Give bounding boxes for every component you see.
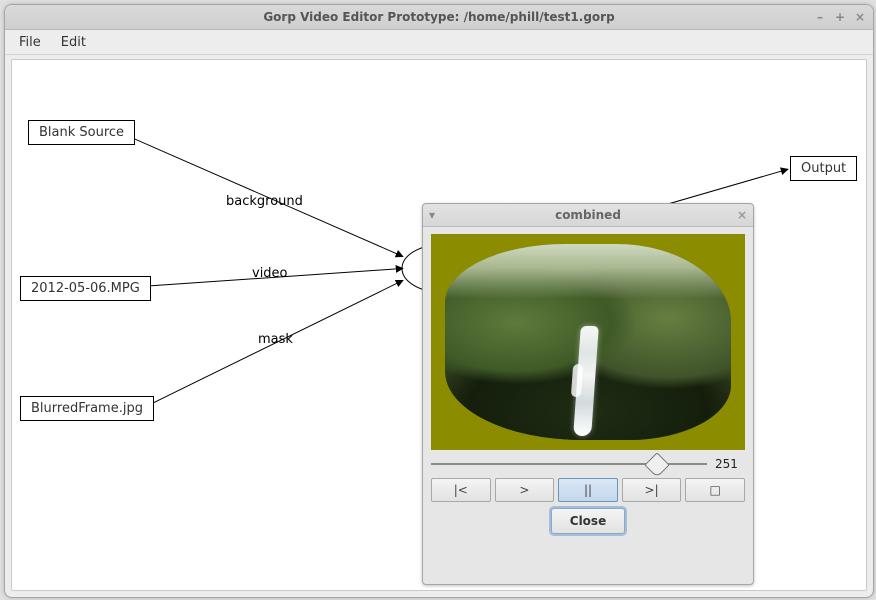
node-canvas[interactable]: Blank Source 2012-05-06.MPG BlurredFrame…	[11, 59, 867, 591]
menu-edit[interactable]: Edit	[53, 33, 94, 52]
close-window-button[interactable]: ×	[853, 10, 867, 24]
maximize-button[interactable]: +	[833, 10, 847, 24]
frame-number-label: 251	[715, 457, 745, 471]
video-masked-frame	[445, 244, 731, 440]
preview-body: 251 |< > || >| □ Close	[431, 234, 745, 576]
preview-titlebar[interactable]: ▾ combined ×	[423, 204, 753, 227]
edge-label-background: background	[226, 194, 303, 209]
node-output[interactable]: Output	[790, 156, 857, 181]
stop-button[interactable]: □	[685, 478, 745, 502]
preview-menu-icon[interactable]: ▾	[429, 208, 435, 222]
preview-close-icon[interactable]: ×	[737, 208, 747, 222]
pause-button[interactable]: ||	[558, 478, 618, 502]
node-blurred[interactable]: BlurredFrame.jpg	[20, 396, 154, 421]
node-mpg[interactable]: 2012-05-06.MPG	[20, 276, 151, 301]
main-window: Gorp Video Editor Prototype: /home/phill…	[4, 4, 874, 598]
menu-file[interactable]: File	[11, 33, 49, 52]
edge-label-video: video	[252, 266, 288, 281]
last-frame-button[interactable]: >|	[622, 478, 682, 502]
main-titlebar[interactable]: Gorp Video Editor Prototype: /home/phill…	[5, 5, 873, 30]
window-controls: – + ×	[813, 5, 867, 29]
preview-window[interactable]: ▾ combined × 251	[422, 203, 754, 585]
frame-slider-row: 251	[431, 456, 745, 472]
edge-label-mask: mask	[258, 332, 293, 347]
preview-title-text: combined	[555, 208, 621, 222]
menubar: File Edit	[5, 30, 873, 55]
preview-close-button[interactable]: Close	[551, 508, 625, 534]
video-preview-area	[431, 234, 745, 450]
transport-buttons: |< > || >| □	[431, 478, 745, 502]
main-title-text: Gorp Video Editor Prototype: /home/phill…	[263, 10, 614, 24]
minimize-button[interactable]: –	[813, 10, 827, 24]
frame-slider-thumb[interactable]	[645, 452, 670, 477]
node-blank-source[interactable]: Blank Source	[28, 120, 135, 145]
first-frame-button[interactable]: |<	[431, 478, 491, 502]
close-row: Close	[431, 508, 745, 534]
frame-slider[interactable]	[431, 456, 707, 472]
play-button[interactable]: >	[495, 478, 555, 502]
